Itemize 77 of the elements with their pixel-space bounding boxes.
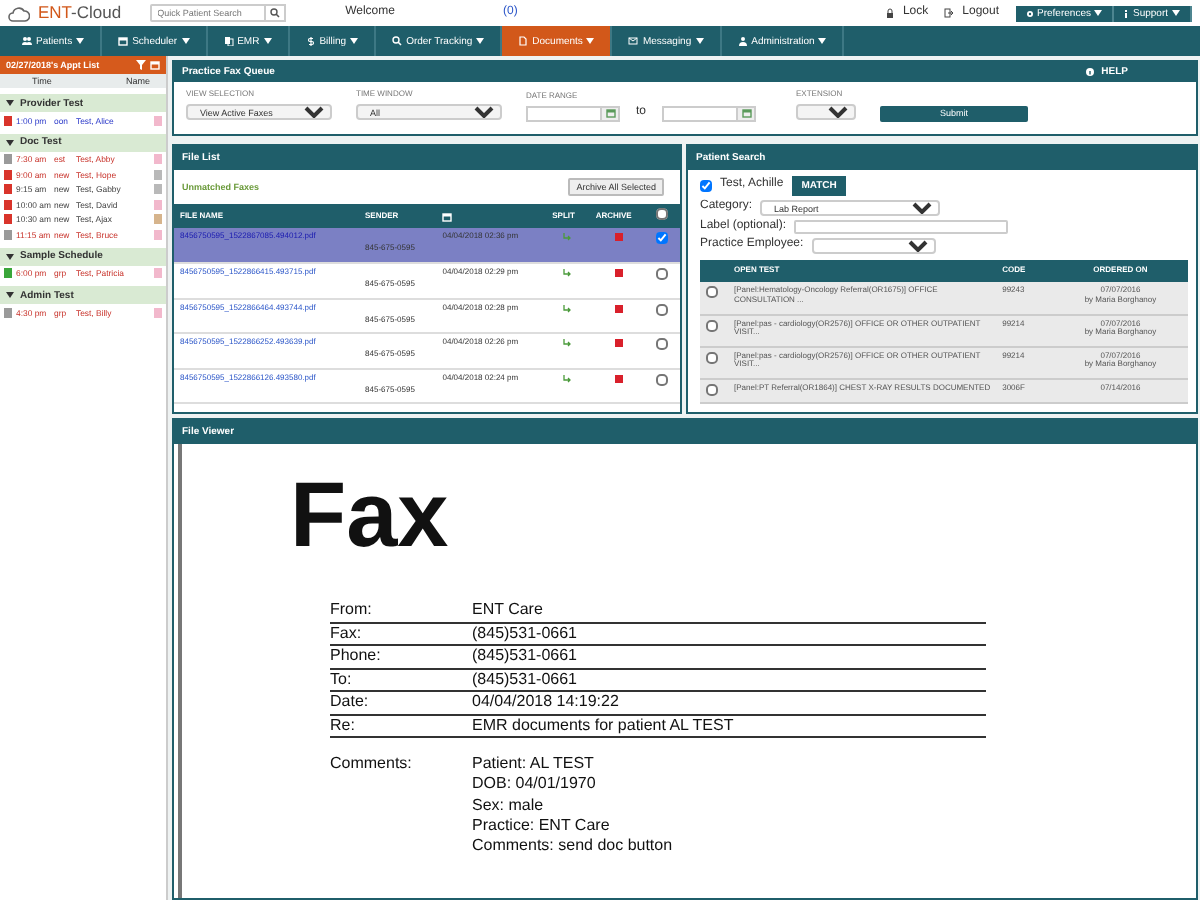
search-button[interactable] [265, 4, 286, 22]
select-all-checkbox[interactable] [655, 208, 668, 221]
field-value: (845)531-0661 [472, 669, 577, 691]
gear-icon [1025, 9, 1034, 17]
caret-icon [476, 38, 485, 44]
patient-checkbox[interactable] [700, 179, 712, 192]
calendar-icon [605, 108, 615, 119]
cloud-icon [8, 5, 30, 21]
archive-icon[interactable] [614, 268, 625, 279]
search-icon [392, 36, 403, 46]
row-checkbox[interactable] [655, 373, 668, 386]
caret-icon [1172, 10, 1180, 16]
row-checkbox[interactable] [706, 351, 718, 364]
date-field[interactable] [526, 105, 602, 122]
field-label: Re: [330, 715, 357, 737]
field-value: (845)531-0661 [472, 623, 577, 645]
calendar-button[interactable] [738, 105, 757, 122]
field-value: (845)531-0661 [472, 646, 577, 668]
comment-line: Sex: male [472, 795, 546, 816]
dollar-icon [305, 36, 316, 46]
date-field[interactable] [662, 105, 739, 122]
caret-icon [1094, 10, 1103, 16]
calendar-icon [442, 211, 453, 222]
comment-line: Practice: ENT Care [472, 815, 612, 836]
caret-icon [350, 38, 359, 44]
row-checkbox[interactable] [655, 303, 668, 316]
comment-line: DOB: 04/01/1970 [472, 774, 598, 796]
comment-line: Comments: send doc button [472, 835, 673, 857]
calendar-icon [150, 60, 160, 70]
documents-icon [223, 36, 234, 46]
row-checkbox[interactable] [655, 268, 668, 281]
split-icon[interactable] [562, 338, 573, 349]
fax-heading: Fax [290, 468, 451, 561]
logo-text: ENT-Cloud [38, 2, 122, 24]
dropdown[interactable] [796, 103, 857, 120]
info-icon [1124, 9, 1129, 17]
row-checkbox[interactable] [655, 232, 668, 245]
employee-dropdown[interactable] [811, 238, 936, 255]
document-icon [518, 36, 529, 46]
calendar-button[interactable] [602, 105, 620, 122]
row-checkbox[interactable] [706, 319, 718, 332]
archive-icon[interactable] [614, 338, 625, 349]
lock-icon [886, 8, 895, 18]
field-label: Phone: [330, 646, 383, 668]
logout-icon [944, 8, 955, 18]
envelope-icon [628, 36, 639, 46]
calendar-icon [118, 36, 129, 46]
archive-icon[interactable] [614, 303, 625, 314]
field-label: From: [330, 600, 374, 622]
field-label: Comments: [330, 754, 414, 777]
split-icon[interactable] [562, 373, 573, 384]
caret-icon [263, 38, 272, 44]
help-icon [1085, 68, 1094, 76]
search-icon [269, 8, 280, 18]
split-icon[interactable] [562, 303, 573, 314]
caret-icon [586, 38, 595, 44]
row-checkbox[interactable] [655, 338, 668, 351]
caret-icon [181, 38, 190, 44]
row-checkbox[interactable] [706, 286, 718, 299]
row-checkbox[interactable] [706, 383, 718, 396]
caret-icon [76, 38, 85, 44]
calendar-icon [741, 108, 752, 119]
filter-icon [136, 60, 146, 70]
field-value: ENT Care [472, 600, 543, 622]
archive-icon[interactable] [614, 373, 625, 384]
field-label: Fax: [330, 623, 364, 645]
comment-line: Patient: AL TEST [472, 754, 596, 775]
person-icon [737, 36, 748, 46]
field-value: EMR documents for patient AL TEST [472, 715, 734, 737]
people-icon [22, 36, 32, 46]
field-value: 04/04/2018 14:19:22 [472, 692, 619, 714]
caret-icon [818, 38, 827, 44]
split-icon[interactable] [562, 268, 573, 279]
field-label: To: [330, 669, 354, 691]
field-label: Date: [330, 692, 371, 714]
label-field[interactable] [794, 219, 1009, 234]
caret-icon [695, 38, 704, 44]
